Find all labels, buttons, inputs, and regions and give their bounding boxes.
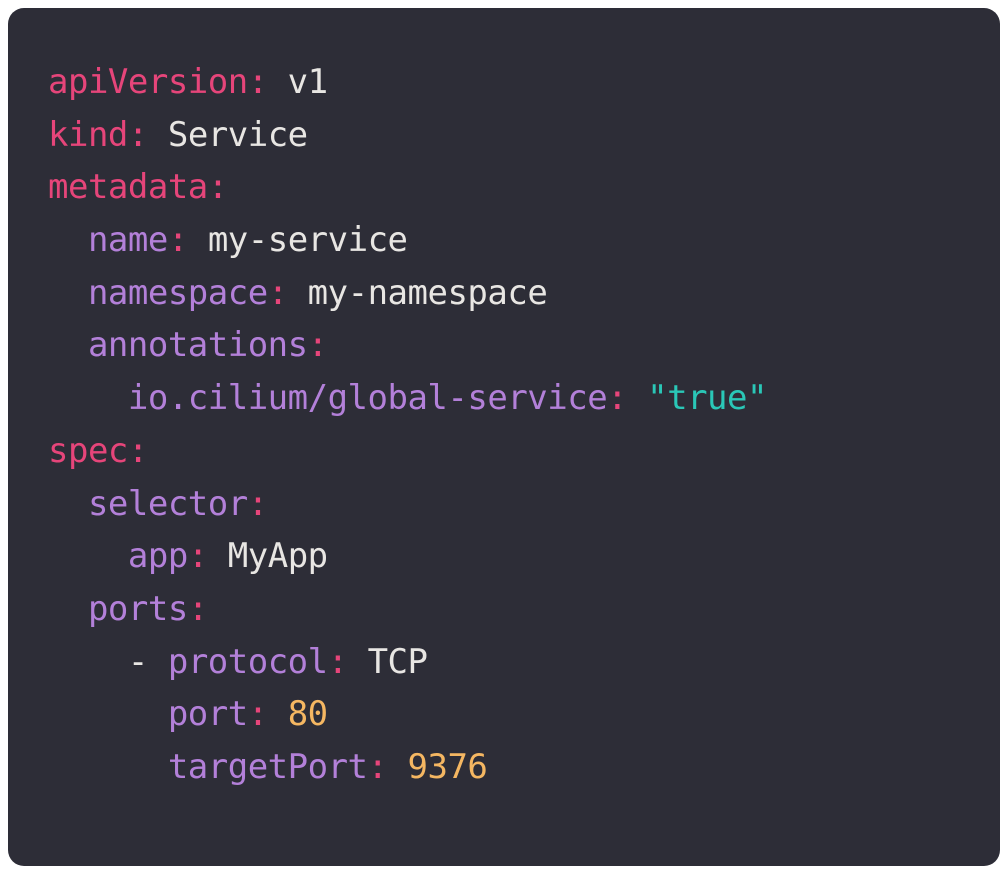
yaml-value: TCP xyxy=(368,642,428,682)
colon: : xyxy=(328,642,348,682)
yaml-line-kind: kind: Service xyxy=(48,109,960,162)
yaml-nested-key: name xyxy=(88,220,168,260)
yaml-key: apiVersion xyxy=(48,62,248,102)
dash: - xyxy=(88,642,168,682)
yaml-line-namespace: namespace: my-namespace xyxy=(48,267,960,320)
colon: : xyxy=(188,589,208,629)
yaml-value: v1 xyxy=(288,62,328,102)
yaml-line-global-service: io.cilium/global-service: "true" xyxy=(48,372,960,425)
colon: : xyxy=(368,747,388,787)
yaml-nested-key: selector xyxy=(88,484,248,524)
yaml-nested-key: targetPort xyxy=(168,747,368,787)
yaml-line-targetport: targetPort: 9376 xyxy=(48,741,960,794)
yaml-nested-key: ports xyxy=(88,589,188,629)
yaml-nested-key: io.cilium/global-service xyxy=(128,378,607,418)
yaml-nested-key: annotations xyxy=(88,325,308,365)
yaml-line-port: port: 80 xyxy=(48,688,960,741)
colon: : xyxy=(188,536,208,576)
yaml-line-app: app: MyApp xyxy=(48,530,960,583)
yaml-value: MyApp xyxy=(228,536,328,576)
yaml-string-value: "true" xyxy=(647,378,767,418)
colon: : xyxy=(248,484,268,524)
colon: : xyxy=(308,325,328,365)
yaml-line-name: name: my-service xyxy=(48,214,960,267)
yaml-line-protocol: - protocol: TCP xyxy=(48,636,960,689)
yaml-key: kind xyxy=(48,115,128,155)
yaml-nested-key: port xyxy=(168,694,248,734)
yaml-line-ports: ports: xyxy=(48,583,960,636)
colon: : xyxy=(208,167,228,207)
yaml-line-spec: spec: xyxy=(48,425,960,478)
yaml-line-annotations: annotations: xyxy=(48,319,960,372)
yaml-value: my-namespace xyxy=(308,273,548,313)
yaml-nested-key: namespace xyxy=(88,273,268,313)
yaml-key: metadata xyxy=(48,167,208,207)
yaml-nested-key: app xyxy=(128,536,188,576)
colon: : xyxy=(248,694,268,734)
yaml-number-value: 9376 xyxy=(408,747,488,787)
yaml-code-block: apiVersion: v1 kind: Service metadata: n… xyxy=(8,8,1000,866)
yaml-value: my-service xyxy=(208,220,408,260)
colon: : xyxy=(607,378,627,418)
colon: : xyxy=(248,62,268,102)
yaml-nested-key: protocol xyxy=(168,642,328,682)
yaml-number-value: 80 xyxy=(288,694,328,734)
colon: : xyxy=(168,220,188,260)
colon: : xyxy=(128,431,148,471)
yaml-value: Service xyxy=(168,115,308,155)
yaml-line-selector: selector: xyxy=(48,478,960,531)
yaml-line-metadata: metadata: xyxy=(48,161,960,214)
yaml-line-apiversion: apiVersion: v1 xyxy=(48,56,960,109)
colon: : xyxy=(268,273,288,313)
yaml-key: spec xyxy=(48,431,128,471)
colon: : xyxy=(128,115,148,155)
